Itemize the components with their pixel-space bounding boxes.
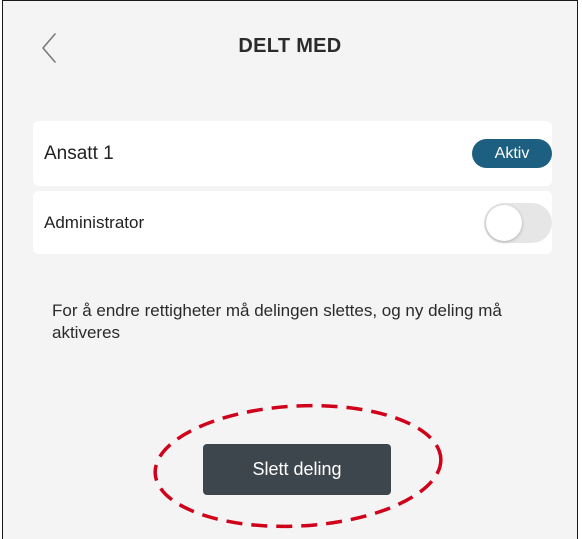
shared-user-card: Ansatt 1 Aktiv bbox=[33, 121, 552, 186]
info-text: For å endre rettigheter må delingen slet… bbox=[52, 301, 502, 342]
header: DELT MED bbox=[3, 1, 577, 97]
delete-sharing-button[interactable]: Slett deling bbox=[203, 444, 391, 495]
toggle-knob bbox=[486, 205, 522, 241]
administrator-toggle[interactable] bbox=[484, 203, 552, 243]
administrator-label: Administrator bbox=[44, 213, 145, 232]
page-title: DELT MED bbox=[238, 35, 342, 57]
user-name: Ansatt 1 bbox=[44, 143, 114, 164]
administrator-row: Administrator bbox=[33, 191, 552, 254]
status-badge: Aktiv bbox=[472, 139, 552, 168]
